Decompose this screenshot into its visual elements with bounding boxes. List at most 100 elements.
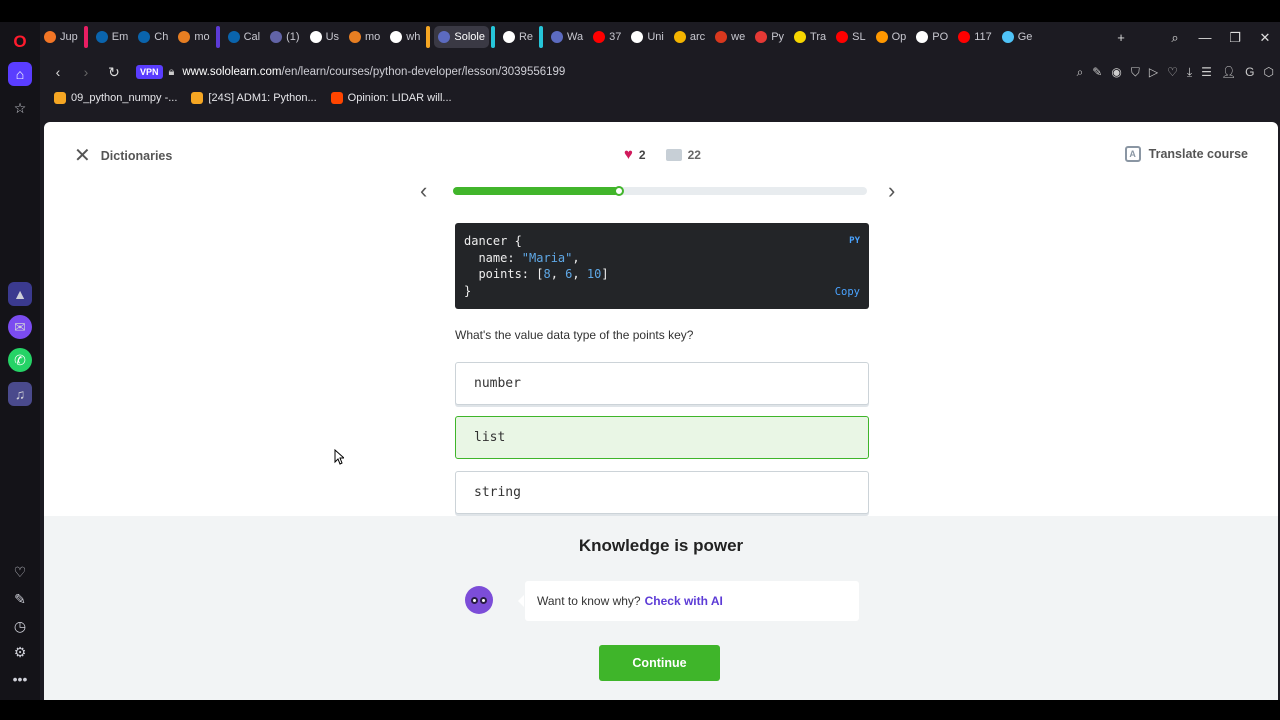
browser-tab[interactable]: arc: [670, 26, 709, 48]
code-line-1: dancer {: [464, 234, 522, 248]
bot-eye-right: [480, 596, 487, 604]
aria-icon[interactable]: ▲: [8, 282, 32, 306]
back-icon[interactable]: ‹: [44, 64, 72, 80]
forward-icon[interactable]: ›: [72, 64, 100, 80]
browser-tab[interactable]: we: [711, 26, 749, 48]
tab-group-marker[interactable]: [539, 26, 543, 48]
close-window-icon[interactable]: ✕: [1250, 30, 1280, 46]
search-tabs-icon[interactable]: ⌕: [1160, 30, 1190, 46]
browser-tab[interactable]: Re: [499, 26, 537, 48]
browser-tab[interactable]: SL: [832, 26, 869, 48]
profile-icon[interactable]: 👤︎: [1221, 65, 1236, 79]
code-snippet: dancer { name: "Maria", points: [8, 6, 1…: [455, 223, 869, 309]
settings-gear-icon[interactable]: ⚙: [8, 640, 32, 664]
play-icon[interactable]: ▷: [1149, 65, 1158, 79]
messenger-icon[interactable]: ✉: [8, 315, 32, 339]
answer-option-list[interactable]: list: [455, 416, 869, 459]
continue-button[interactable]: Continue: [599, 645, 720, 681]
code-line-2-end: ,: [572, 250, 580, 265]
url-path: /en/learn/courses/python-developer/lesso…: [281, 66, 566, 78]
more-dots-icon[interactable]: •••: [8, 667, 32, 691]
browser-tab[interactable]: Ge: [998, 26, 1037, 48]
close-icon: ✕: [74, 145, 91, 167]
heart-icon[interactable]: ♡: [1167, 65, 1178, 79]
home-icon[interactable]: ⌂: [8, 62, 32, 86]
tab-group-marker[interactable]: [83, 26, 88, 48]
sololearn-page: ✕ Dictionaries ♥ 2 22 A Translate course…: [44, 122, 1278, 700]
restore-icon[interactable]: ❐: [1220, 30, 1250, 46]
code-num-1: 8: [543, 267, 551, 281]
tab-label: Uni: [647, 31, 664, 43]
url-host: www.sololearn.com: [182, 66, 282, 78]
zoom-icon[interactable]: ⌕: [1077, 65, 1084, 80]
translate-course-button[interactable]: A Translate course: [1124, 146, 1248, 162]
copy-code-button[interactable]: Copy: [835, 284, 860, 301]
browser-tab[interactable]: Em: [92, 26, 133, 48]
hearts-count: 2: [638, 147, 646, 162]
ai-bot-avatar: [465, 586, 493, 614]
browser-tab[interactable]: 117: [954, 26, 996, 48]
extensions-icon[interactable]: ⬡: [1264, 65, 1274, 79]
browser-tab[interactable]: Us: [306, 26, 343, 48]
tab-favicon-icon: [794, 31, 807, 43]
heart-sidebar-icon[interactable]: ♡: [8, 560, 32, 584]
pinboard-icon[interactable]: ✎: [8, 587, 32, 611]
address-toolbar: ⌕ ✎ ◉ ⛉ ▷ ♡ ⤓ ☰ 👤︎ G ⬡: [1077, 58, 1274, 86]
download-icon[interactable]: ⤓: [1187, 65, 1192, 80]
browser-tab[interactable]: mo: [174, 26, 213, 48]
url-field[interactable]: www.sololearn.com/en/learn/courses/pytho…: [182, 66, 565, 78]
easy-setup-icon[interactable]: ☰: [1201, 65, 1212, 79]
close-lesson-button[interactable]: ✕ Dictionaries: [74, 146, 172, 166]
hearts-counter[interactable]: ♥ 2: [624, 146, 646, 163]
letterbox-bottom: [0, 700, 1280, 720]
shield-icon[interactable]: ⛉: [1131, 65, 1140, 80]
browser-tab[interactable]: Tra: [790, 26, 830, 48]
previous-arrow-icon[interactable]: ‹: [420, 178, 427, 204]
browser-tab[interactable]: Ch: [134, 26, 172, 48]
browser-tab[interactable]: Solole: [434, 26, 489, 48]
next-arrow-icon[interactable]: ›: [888, 178, 895, 204]
camera-icon[interactable]: ◉: [1111, 65, 1121, 79]
answer-option-number[interactable]: number: [455, 362, 869, 405]
minimize-icon[interactable]: —: [1190, 30, 1220, 45]
tab-group-marker[interactable]: [490, 26, 495, 48]
tab-group-marker[interactable]: [215, 26, 220, 48]
browser-tab[interactable]: Uni: [627, 26, 668, 48]
browser-tab[interactable]: wh: [386, 26, 424, 48]
browser-tab[interactable]: mo: [345, 26, 384, 48]
whatsapp-icon[interactable]: ✆: [8, 348, 32, 372]
bookmark-item[interactable]: Opinion: LIDAR will...: [330, 92, 452, 104]
tab-label: Re: [518, 31, 533, 43]
feedback-panel: Knowledge is power Want to know why? Che…: [44, 516, 1278, 700]
bookmark-item[interactable]: 09_python_numpy -...: [54, 92, 177, 104]
tab-favicon-icon: [309, 31, 322, 43]
tab-label: Cal: [243, 31, 261, 43]
lesson-stats: ♥ 2 22: [624, 146, 701, 163]
add-tab-icon[interactable]: +: [1106, 30, 1136, 45]
star-icon[interactable]: ☆: [8, 96, 32, 120]
answer-option-string[interactable]: string: [455, 471, 869, 514]
tab-group-marker[interactable]: [426, 26, 431, 48]
browser-tab[interactable]: Jup: [40, 26, 82, 48]
tab-favicon-icon: [836, 31, 849, 43]
history-icon[interactable]: ◷: [8, 614, 32, 638]
comments-button[interactable]: 22: [665, 148, 701, 162]
grammarly-icon[interactable]: G: [1245, 65, 1254, 79]
bookmark-label: [24S] ADM1: Python...: [208, 92, 317, 104]
opera-logo-icon[interactable]: O: [8, 30, 32, 54]
bookmark-item[interactable]: [24S] ADM1: Python...: [191, 92, 317, 104]
check-with-ai-link[interactable]: Check with AI: [645, 594, 723, 608]
edit-icon[interactable]: ✎: [1092, 65, 1102, 79]
browser-tab[interactable]: PO: [912, 26, 952, 48]
browser-tab[interactable]: Op: [872, 26, 911, 48]
mouse-cursor-icon: [334, 449, 344, 465]
vpn-badge[interactable]: VPN: [136, 65, 163, 79]
browser-tab[interactable]: (1): [266, 26, 303, 48]
browser-tab[interactable]: Cal: [224, 26, 265, 48]
browser-tab[interactable]: 37: [589, 26, 625, 48]
reload-icon[interactable]: ↻: [100, 64, 128, 81]
tab-label: we: [731, 31, 746, 43]
browser-tab[interactable]: Wa: [547, 26, 587, 48]
music-player-icon[interactable]: ♫: [8, 382, 32, 406]
browser-tab[interactable]: Py: [751, 26, 788, 48]
